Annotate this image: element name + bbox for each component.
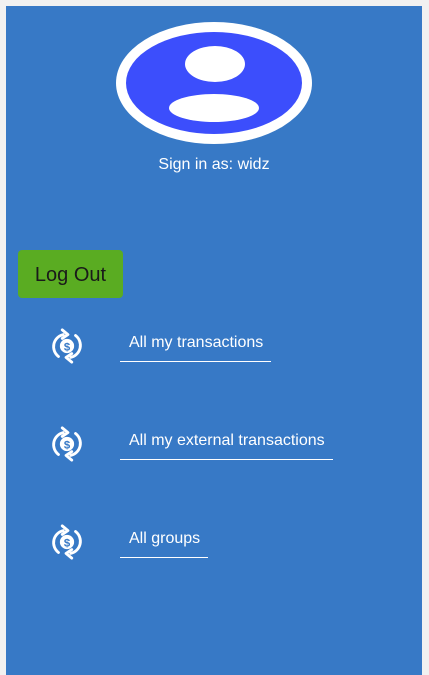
- svg-text:$: $: [64, 341, 71, 353]
- dollar-cycle-icon: $: [52, 524, 82, 560]
- dollar-cycle-icon: $: [52, 328, 82, 364]
- signed-in-user-text: Sign in as: widz: [158, 156, 270, 173]
- sidebar-panel: Sign in as: widz Log Out $ All my transa…: [6, 6, 422, 675]
- avatar-body: [169, 94, 259, 122]
- logout-button[interactable]: Log Out: [18, 250, 123, 298]
- dollar-cycle-icon: $: [52, 426, 82, 462]
- avatar-head: [185, 46, 245, 82]
- svg-text:$: $: [64, 537, 71, 549]
- nav-link-my-external-transactions[interactable]: All my external transactions: [120, 432, 333, 460]
- nav-link-all-groups[interactable]: All groups: [120, 530, 209, 558]
- user-avatar-icon: [126, 32, 302, 134]
- svg-text:$: $: [64, 439, 71, 451]
- nav-link-my-transactions[interactable]: All my transactions: [120, 334, 272, 362]
- avatar: [116, 22, 312, 144]
